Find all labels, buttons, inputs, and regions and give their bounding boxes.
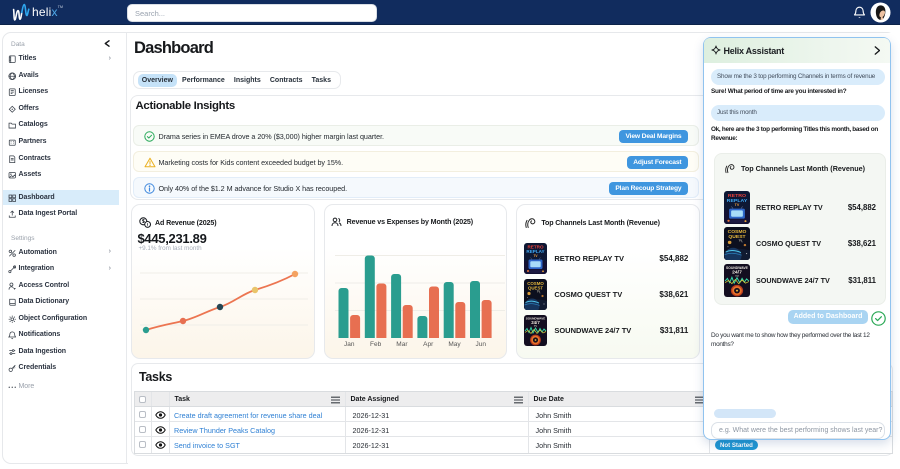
svg-text:Jun: Jun (475, 341, 486, 348)
svg-text:QUEST: QUEST (528, 285, 543, 290)
svg-text:Feb: Feb (370, 341, 382, 348)
svg-text:Apr: Apr (423, 341, 434, 348)
svg-text:TV: TV (735, 203, 740, 207)
svg-text:Mar: Mar (396, 341, 408, 348)
svg-text:QUEST: QUEST (728, 234, 745, 240)
svg-text:SOUNDWAVE: SOUNDWAVE (726, 266, 749, 270)
svg-text:May: May (448, 341, 461, 348)
svg-text:Jan: Jan (344, 341, 355, 348)
